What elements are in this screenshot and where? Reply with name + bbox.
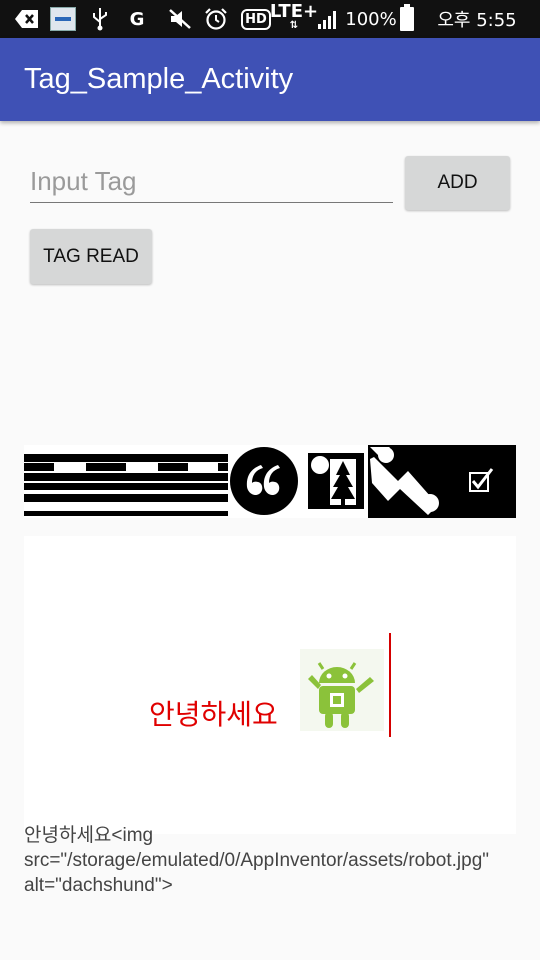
add-button[interactable]: ADD [405, 156, 510, 210]
mute-icon [166, 0, 194, 38]
text-cursor [389, 633, 391, 737]
quote-icon[interactable] [228, 445, 300, 518]
tag-input[interactable] [30, 160, 393, 203]
hd-voice-icon: HD [240, 0, 272, 38]
clock: 오후 5:55 [437, 10, 517, 31]
app-title: Tag_Sample_Activity [24, 63, 294, 95]
back-icon [12, 0, 42, 38]
link-icon[interactable] [368, 445, 444, 518]
alarm-icon [202, 0, 230, 38]
horizontal-rule-icon[interactable] [24, 445, 228, 518]
lte-label: LTE+ [269, 1, 319, 22]
preview-text: 안녕하세요 [149, 698, 278, 731]
hd-label: HD [241, 8, 271, 30]
app-bar: Tag_Sample_Activity [0, 38, 540, 121]
status-bar: G HD LTE+ ⇅ 100% 오후 5:55 [0, 0, 540, 38]
lte-icon: LTE+ ⇅ [269, 1, 319, 32]
tag-read-button[interactable]: TAG READ [30, 229, 152, 284]
image-icon[interactable] [300, 445, 368, 518]
tag-toolbar [24, 445, 516, 518]
html-preview: 안녕하세요 [24, 536, 516, 834]
usb-icon [88, 0, 112, 38]
g-app-icon: G [129, 8, 145, 30]
gallery-icon [48, 0, 78, 38]
robot-image [300, 649, 384, 731]
raw-html-text: 안녕하세요<img src="/storage/emulated/0/AppIn… [24, 825, 489, 896]
signal-icon [316, 0, 340, 38]
battery-percent: 100% [345, 8, 397, 30]
battery-icon [398, 0, 416, 38]
checkbox-icon[interactable] [444, 445, 516, 518]
